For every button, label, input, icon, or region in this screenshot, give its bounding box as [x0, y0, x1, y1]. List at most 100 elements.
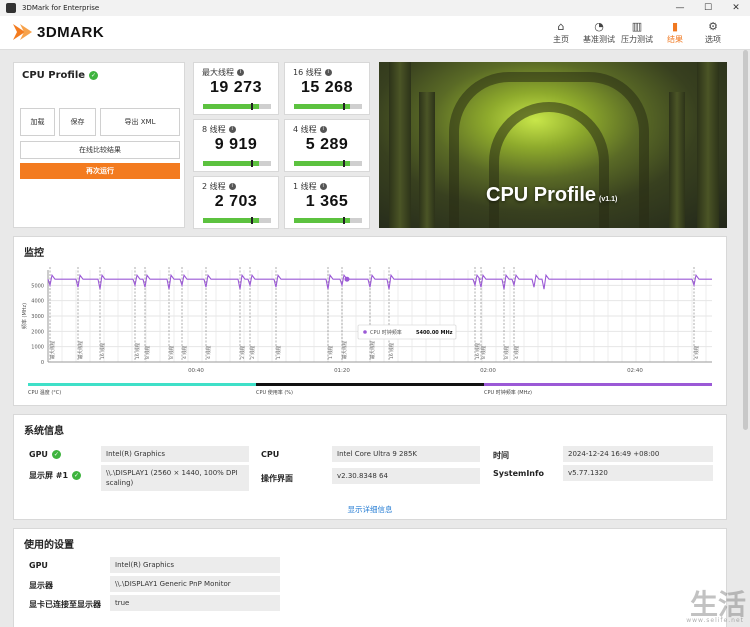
info-icon[interactable]: i: [228, 183, 236, 190]
maximize-button[interactable]: ☐: [694, 0, 722, 16]
export-xml-button[interactable]: 导出 XML: [100, 108, 180, 136]
app-header: 3DMARK ⌂ 主页 ◔ 基准测试 ▥ 压力测试 ▮ 结果 ⚙ 选项: [0, 16, 750, 50]
scrollbar[interactable]: [743, 50, 748, 430]
check-icon: ✓: [51, 450, 61, 459]
results-icon: ▮: [671, 20, 679, 33]
y-tick-label: 2000: [31, 329, 44, 335]
y-tick-label: 5000: [31, 283, 44, 289]
segment-marker-label: 16 线程: [99, 342, 106, 359]
home-icon: ⌂: [557, 20, 565, 33]
hero-title: CPU Profile (v1.1): [486, 184, 618, 206]
logo-mark-icon: [13, 24, 32, 40]
legend-label: CPU 温度 (°C): [28, 389, 61, 396]
watermark-url: www.selife.net: [686, 617, 744, 624]
tooltip-label: CPU 时钟频率: [370, 329, 402, 336]
gear-icon: ⚙: [708, 20, 718, 33]
display-value: \\.\DISPLAY1 (2560 × 1440, 100% DPI scal…: [101, 465, 249, 491]
setting-display-value: \\.\DISPLAY1 Generic PnP Monitor: [110, 576, 280, 592]
x-tick-label: 00:40: [188, 368, 204, 374]
profile-panel: CPU Profile ✓ 加载 保存 导出 XML 在线比较结果 再次运行: [13, 62, 185, 228]
score-value: 15 268: [301, 79, 353, 96]
score-bar: [294, 160, 362, 167]
run-again-button[interactable]: 再次运行: [20, 163, 180, 179]
segment-marker-label: 最大线程: [369, 341, 376, 359]
segment-marker-label: 16 线程: [474, 342, 481, 359]
nav-item-0[interactable]: ⌂ 主页: [542, 19, 580, 45]
nav-item-label: 基准测试: [583, 35, 615, 44]
y-tick-label: 0: [41, 360, 44, 366]
segment-marker-label: 8 线程: [168, 345, 175, 359]
time-value: 2024-12-24 16:49 +08:00: [563, 446, 713, 462]
check-icon: ✓: [89, 71, 99, 80]
score-value: 19 273: [210, 79, 262, 96]
setting-connected-value: true: [110, 595, 280, 611]
nav-item-4[interactable]: ⚙ 选项: [694, 19, 732, 45]
segment-marker-label: 最大线程: [77, 341, 84, 359]
info-icon[interactable]: i: [324, 69, 332, 76]
window-titlebar: 3DMark for Enterprise — ☐ ✕: [0, 0, 750, 16]
save-button[interactable]: 保存: [59, 108, 96, 136]
nav-item-1[interactable]: ◔ 基准测试: [580, 19, 618, 45]
gpu-value: Intel(R) Graphics: [101, 446, 249, 462]
close-button[interactable]: ✕: [722, 0, 750, 16]
score-bar: [203, 217, 271, 224]
systeminfo-value: v5.77.1320: [563, 465, 713, 481]
score-value: 9 919: [214, 136, 258, 153]
score-value: 5 289: [305, 136, 349, 153]
main-nav: ⌂ 主页 ◔ 基准测试 ▥ 压力测试 ▮ 结果 ⚙ 选项: [542, 19, 732, 45]
setting-connected-label: 显卡已连接至显示器: [29, 600, 101, 609]
score-label: 最大线程 i: [202, 67, 244, 78]
brand-name: 3DMARK: [37, 23, 105, 41]
info-icon[interactable]: i: [319, 126, 327, 133]
systeminfo-label: SystemInfo: [493, 469, 544, 478]
segment-marker-label: 最大线程: [49, 341, 56, 359]
segment-marker-label: 最大线程: [341, 341, 348, 359]
interface-label: 操作界面: [261, 474, 293, 483]
setting-gpu-value: Intel(R) Graphics: [110, 557, 280, 573]
score-value: 2 703: [214, 193, 258, 210]
hero-version: (v1.1): [599, 196, 618, 203]
cpu-value: Intel Core Ultra 9 285K: [332, 446, 480, 462]
y-tick-label: 3000: [31, 314, 44, 320]
frequency-chart: 0 1000 2000 3000 4000 5000 频率 (MHz) 00:40 01:20 0…: [21, 267, 712, 396]
segment-marker-label: 1 线程: [275, 345, 282, 359]
segment-marker-label: 4 线程: [205, 345, 212, 359]
check-icon: ✓: [72, 471, 82, 480]
score-card: 最大线程 i 19 273: [193, 62, 279, 115]
show-details-link[interactable]: 显示详细信息: [14, 504, 726, 515]
speedometer-icon: ◔: [594, 20, 604, 33]
brand-logo: 3DMARK: [12, 22, 104, 42]
score-value: 1 365: [305, 193, 349, 210]
info-icon[interactable]: i: [237, 69, 244, 76]
x-tick-label: 01:20: [334, 368, 350, 374]
tooltip-value: 5400.00 MHz: [416, 330, 453, 336]
x-tick-label: 02:00: [480, 368, 496, 374]
app-icon: [6, 3, 16, 13]
legend-bar: [28, 383, 256, 386]
load-button[interactable]: 加载: [20, 108, 55, 136]
nav-item-3[interactable]: ▮ 结果: [656, 19, 694, 45]
score-card: 16 线程 i 15 268: [284, 62, 370, 115]
nav-item-2[interactable]: ▥ 压力测试: [618, 19, 656, 45]
nav-item-label: 结果: [667, 35, 683, 44]
info-icon[interactable]: i: [228, 126, 236, 133]
score-bar: [294, 103, 362, 110]
compare-online-button[interactable]: 在线比较结果: [20, 141, 180, 159]
y-tick-label: 1000: [31, 345, 44, 351]
segment-marker-label: 4 线程: [181, 345, 188, 359]
score-card: 1 线程 i 1 365: [284, 176, 370, 229]
segment-marker-label: 8 线程: [503, 345, 510, 359]
tooltip-dot-icon: [363, 330, 367, 334]
minimize-button[interactable]: —: [666, 0, 694, 16]
score-label: 16 线程 i: [293, 67, 332, 78]
segment-marker-label: 8 线程: [480, 345, 487, 359]
segment-marker-label: 1 线程: [327, 345, 334, 359]
display-label: 显示屏 #1 ✓: [29, 471, 82, 480]
score-bar: [203, 103, 271, 110]
segment-marker-label: 16 线程: [134, 342, 141, 359]
segment-marker-label: 2 线程: [239, 345, 246, 359]
cpu-profile-hero-image: CPU Profile (v1.1): [379, 62, 727, 228]
nav-item-label: 选项: [705, 35, 721, 44]
interface-value: v2.30.8348 64: [332, 468, 480, 484]
info-icon[interactable]: i: [319, 183, 327, 190]
